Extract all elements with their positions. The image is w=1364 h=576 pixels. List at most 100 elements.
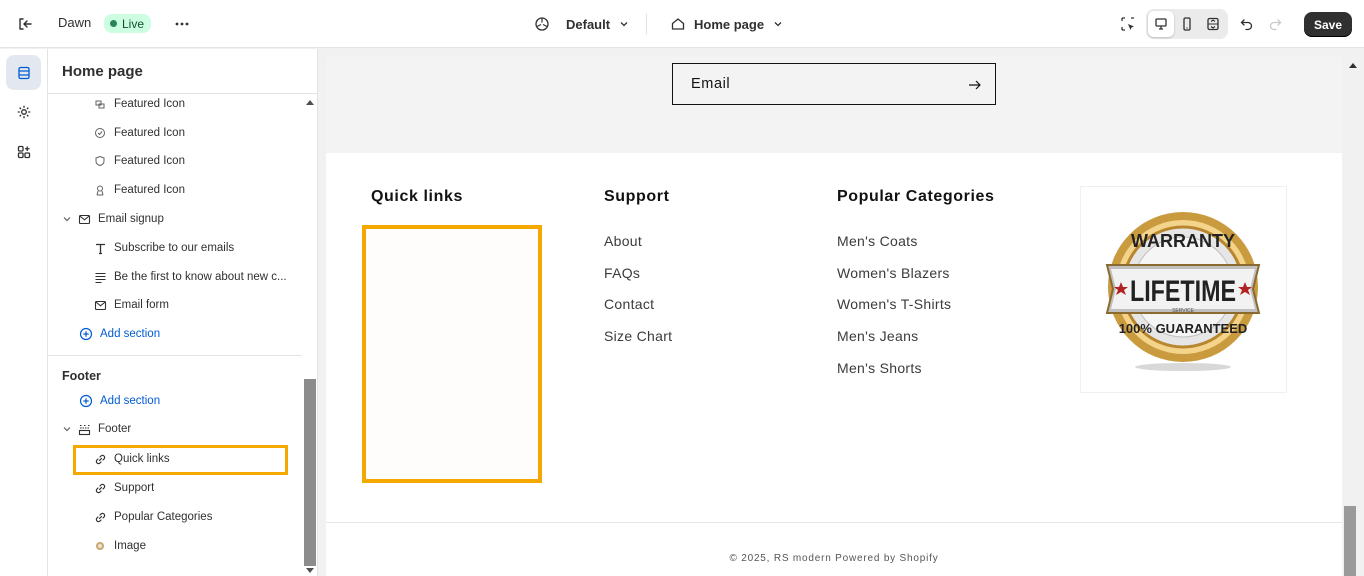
fullscreen-view-icon[interactable] <box>1200 11 1226 37</box>
chevron-down-icon[interactable] <box>62 421 72 437</box>
arrow-right-icon[interactable] <box>967 77 983 93</box>
sidebar-section-footer[interactable]: Footer <box>48 418 302 440</box>
footer-link[interactable]: FAQs <box>604 258 672 290</box>
featured-icon-block-icon <box>92 96 108 112</box>
footer-link[interactable]: Men's Coats <box>837 226 951 258</box>
live-dot-icon <box>110 20 117 27</box>
sidebar-block-featured-icon[interactable]: Featured Icon <box>48 93 302 115</box>
popular-categories-links: Men's Coats Women's Blazers Women's T-Sh… <box>837 226 951 385</box>
theme-name: Dawn <box>58 15 92 30</box>
storefront-preview: Email Quick links Support About FAQs Con… <box>326 57 1342 576</box>
sidebar-block-email-form[interactable]: Email form <box>48 294 302 316</box>
plus-circle-icon <box>78 326 94 342</box>
sidebar-item-label: Featured Icon <box>114 127 185 139</box>
home-icon <box>671 18 685 30</box>
palette-icon <box>535 17 549 31</box>
save-button-label: Save <box>1313 17 1343 32</box>
sidebar-block-quick-links[interactable]: Quick links <box>48 448 302 470</box>
quick-links-block-highlight[interactable] <box>362 225 542 483</box>
desktop-view-icon[interactable] <box>1148 11 1174 37</box>
page-label: Home page <box>694 16 765 32</box>
sidebar-block-support[interactable]: Support <box>48 477 302 499</box>
sidebar-block-image[interactable]: Image <box>48 535 302 557</box>
footer-group-heading: Footer <box>62 369 101 383</box>
support-links: About FAQs Contact Size Chart <box>604 226 672 353</box>
undo-icon[interactable] <box>1233 10 1261 38</box>
scroll-down-arrow-icon[interactable] <box>306 568 314 574</box>
add-section-button[interactable]: Add section <box>48 323 302 345</box>
featured-icon-block-icon <box>92 153 108 169</box>
sidebar-item-label: Email form <box>114 299 169 311</box>
sidebar-block-featured-icon[interactable]: Featured Icon <box>48 179 302 201</box>
copyright-text: © 2025, RS modern Powered by Shopify <box>729 553 939 564</box>
email-signup-section: Email <box>326 57 1342 153</box>
sidebar-item-label: Quick links <box>114 453 170 465</box>
sidebar-scrollbar[interactable] <box>303 93 317 576</box>
sidebar-item-label: Email signup <box>98 213 164 225</box>
email-input[interactable]: Email <box>672 63 996 105</box>
template-selector[interactable]: Default <box>534 12 630 36</box>
exit-icon[interactable] <box>11 10 39 38</box>
footer-link[interactable]: Men's Jeans <box>837 321 951 353</box>
footer-link[interactable]: Women's T-Shirts <box>837 289 951 321</box>
save-button[interactable]: Save <box>1304 12 1352 37</box>
sidebar-block-heading[interactable]: Subscribe to our emails <box>48 237 302 259</box>
sidebar-block-featured-icon[interactable]: Featured Icon <box>48 122 302 144</box>
apps-icon[interactable] <box>6 134 41 169</box>
featured-icon-block-icon <box>92 182 108 198</box>
footer-link[interactable]: Men's Shorts <box>837 353 951 385</box>
live-badge: Live <box>104 14 152 33</box>
theme-settings-icon[interactable] <box>6 94 41 129</box>
sidebar-block-text[interactable]: Be the first to know about new c... <box>48 266 302 288</box>
sections-icon[interactable] <box>6 55 41 90</box>
preview-scrollbar[interactable] <box>1342 49 1364 576</box>
sections-sidebar: Home page Featured Icon Featured Icon Fe… <box>48 49 318 576</box>
featured-icon-block-icon <box>92 125 108 141</box>
page-selector[interactable]: Home page <box>670 12 784 36</box>
device-toggle-group <box>1146 9 1228 39</box>
text-t-icon <box>92 240 108 256</box>
live-badge-label: Live <box>122 16 145 31</box>
footer-link[interactable]: Contact <box>604 289 672 321</box>
image-thumbnail-icon <box>92 538 108 554</box>
footer-section-icon <box>76 421 92 437</box>
plus-circle-icon <box>78 393 94 409</box>
redo-icon[interactable] <box>1261 10 1289 38</box>
sidebar-scroll-thumb[interactable] <box>304 379 316 566</box>
template-label: Default <box>566 16 611 32</box>
sidebar-block-featured-icon[interactable]: Featured Icon <box>48 150 302 172</box>
more-actions-icon[interactable] <box>168 10 196 38</box>
link-icon <box>92 509 108 525</box>
sidebar-item-label: Popular Categories <box>114 511 213 523</box>
sidebar-item-label: Be the first to know about new c... <box>114 271 287 283</box>
inspector-icon[interactable] <box>1114 10 1142 38</box>
link-icon <box>92 480 108 496</box>
email-placeholder: Email <box>691 76 731 92</box>
preview-scroll-thumb[interactable] <box>1344 506 1356 576</box>
topbar-divider <box>646 14 647 34</box>
add-section-label: Add section <box>100 328 161 340</box>
sidebar-block-popular-categories[interactable]: Popular Categories <box>48 506 302 528</box>
scroll-up-arrow-icon[interactable] <box>1349 62 1357 68</box>
chevron-down-icon <box>774 22 782 27</box>
sidebar-title: Home page <box>62 63 143 80</box>
mobile-view-icon[interactable] <box>1174 11 1200 37</box>
left-rail <box>0 49 48 576</box>
footer-link[interactable]: About <box>604 226 672 258</box>
scroll-up-arrow-icon[interactable] <box>306 99 314 105</box>
sidebar-item-label: Featured Icon <box>114 98 185 110</box>
email-section-icon <box>76 211 92 227</box>
sidebar-item-label: Featured Icon <box>114 155 185 167</box>
chevron-down-icon[interactable] <box>62 211 72 227</box>
text-align-icon <box>92 269 108 285</box>
sidebar-section-email-signup[interactable]: Email signup <box>48 208 302 230</box>
badge-middle-text: LIFETIME <box>1130 275 1236 308</box>
footer-section: Quick links Support About FAQs Contact S… <box>326 153 1342 523</box>
badge-small-text: SERVICE <box>1172 308 1195 314</box>
footer-link[interactable]: Women's Blazers <box>837 258 951 290</box>
chevron-down-icon <box>620 22 628 27</box>
footer-add-section-button[interactable]: Add section <box>48 390 302 412</box>
popular-categories-heading: Popular Categories <box>837 188 995 205</box>
email-form-icon <box>92 297 108 313</box>
footer-link[interactable]: Size Chart <box>604 321 672 353</box>
